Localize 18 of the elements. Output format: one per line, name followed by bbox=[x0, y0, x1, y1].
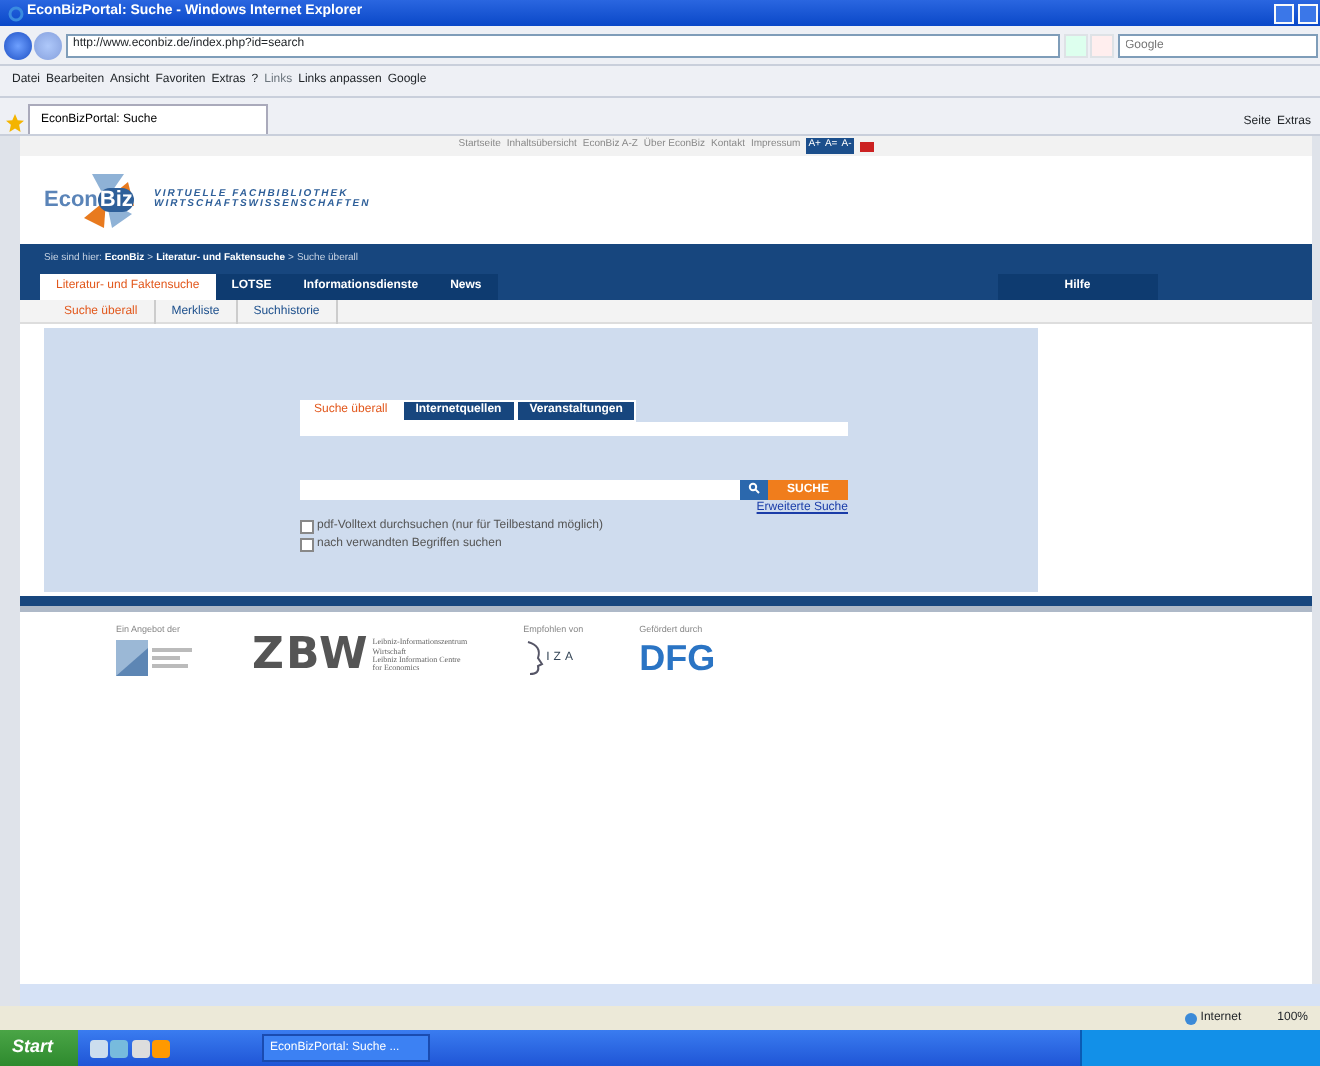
search-icon[interactable] bbox=[740, 480, 768, 500]
zbw-logo: ZBW bbox=[252, 634, 370, 678]
logo-text: EconBiz bbox=[44, 185, 135, 216]
horizontal-scrollbar[interactable] bbox=[0, 984, 1320, 1006]
back-button[interactable] bbox=[3, 31, 31, 59]
start-button[interactable]: Start bbox=[0, 1030, 78, 1066]
checkbox[interactable] bbox=[300, 520, 314, 534]
partner-logo-icon bbox=[116, 640, 196, 677]
dfg-logo: DFG bbox=[639, 640, 716, 677]
search-input[interactable] bbox=[300, 480, 740, 500]
globe-icon bbox=[1183, 1011, 1198, 1025]
head-profile-icon bbox=[523, 640, 544, 677]
checkbox[interactable] bbox=[300, 538, 314, 552]
maximize-button[interactable] bbox=[1297, 3, 1317, 23]
favorites-star-icon[interactable] bbox=[6, 113, 24, 131]
browser-icon bbox=[8, 5, 24, 21]
minimize-button[interactable] bbox=[1274, 3, 1294, 23]
flag-icon[interactable] bbox=[859, 141, 874, 151]
